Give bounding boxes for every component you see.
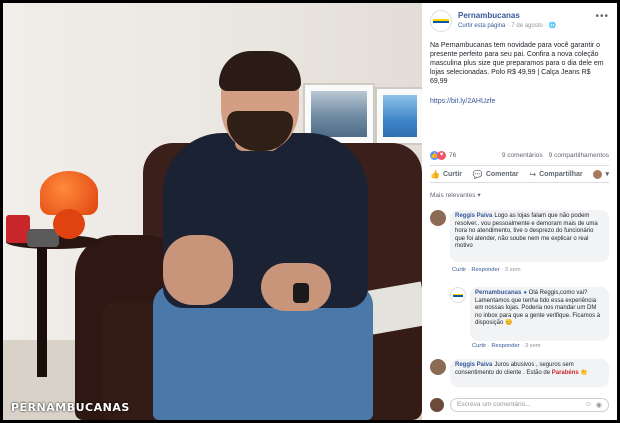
like-label: Curtir	[442, 170, 463, 178]
like-page-link[interactable]: Curtir esta página	[458, 23, 505, 29]
chevron-down-icon: ▾	[477, 192, 481, 199]
share-arrow-icon: ↪	[529, 169, 537, 179]
comment-label: Comentar	[485, 170, 519, 178]
shares-count[interactable]: 9 compartilhamentos	[549, 152, 609, 159]
post-date[interactable]: 7 de agosto	[511, 23, 542, 29]
post-link[interactable]: https://bit.ly/2AHUzfe	[422, 96, 617, 105]
comment-reply-link[interactable]: Responder	[471, 267, 499, 273]
page-avatar[interactable]	[450, 287, 466, 303]
commenter-name[interactable]: Pernambucanas	[475, 290, 521, 296]
page-avatar[interactable]	[430, 10, 452, 32]
comment-tag[interactable]: Parabéns	[552, 370, 579, 376]
comment: Reggis Paiva Juros abusivos , seguros sem…	[430, 359, 609, 389]
lamp-base	[53, 209, 85, 239]
reactions-bar: 👍 ♥ 76 9 comentários 9 compartilhamentos	[430, 149, 609, 161]
meta-separator: ·	[507, 23, 510, 29]
commenter-name[interactable]: Reggis Paiva	[455, 362, 492, 368]
comment-filter-label: Mais relevantes	[430, 192, 476, 199]
post-header: Pernambucanas Curtir esta página · 7 de ag…	[422, 3, 617, 37]
comment-bubble: Reggis Paiva Logo as lojas falam que não …	[450, 210, 609, 262]
toy-car	[27, 229, 59, 247]
comment-time[interactable]: 3 sem	[525, 343, 541, 349]
comment-actions: Curtir · Responder · 3 sem	[452, 267, 521, 273]
magazine	[365, 281, 422, 335]
ellipsis-icon[interactable]: •••	[595, 11, 609, 22]
reaction-stats: 9 comentários 9 compartilhamentos	[502, 152, 609, 159]
share-label: Compartilhar	[539, 170, 583, 178]
thumbs-up-icon: 👍	[430, 169, 440, 179]
comment-reply-link[interactable]: Responder	[491, 343, 519, 349]
commenter-avatar[interactable]	[430, 359, 446, 375]
person-hair	[219, 51, 301, 91]
page-name-link[interactable]: Pernambucanas	[458, 11, 520, 20]
post-text: Na Pernambucanas tem novidade para você …	[430, 42, 604, 85]
user-avatar	[593, 169, 603, 179]
post-side-panel: Pernambucanas Curtir esta página · 7 de ag…	[422, 3, 617, 420]
brand-watermark: PERNAMBUCANAS	[11, 401, 130, 414]
current-user-avatar	[430, 398, 444, 412]
reaction-count[interactable]: 76	[449, 152, 456, 159]
globe-icon: 🌐	[548, 23, 557, 29]
post-photo[interactable]: PERNAMBUCANAS	[3, 3, 422, 420]
post-meta: Curtir esta página · 7 de agosto · 🌐	[458, 22, 556, 29]
wristwatch	[293, 283, 309, 303]
comment-bubble: Reggis Paiva Juros abusivos , seguros sem…	[450, 359, 609, 387]
comment-input[interactable]: Escreva um comentário... ☺ ◉	[450, 398, 609, 412]
comment-input-placeholder: Escreva um comentário...	[457, 401, 531, 408]
post-actions: 👍 Curtir 💬 Comentar ↪ Compartilhar ▾	[430, 165, 609, 183]
chevron-down-icon: ▾	[605, 171, 609, 178]
composer-icons: ☺ ◉	[585, 401, 602, 409]
commenter-name[interactable]: Reggis Paiva	[455, 213, 492, 219]
comment-emoji: 😊	[505, 320, 513, 326]
comment-like-link[interactable]: Curtir	[472, 343, 486, 349]
comment-emoji: 👏	[580, 369, 588, 376]
comment-reply: Pernambucanas ● Olá Reggis,como vai? Lame…	[450, 287, 609, 343]
love-reaction-icon[interactable]: ♥	[437, 150, 446, 160]
pernambucanas-logo-icon	[453, 293, 463, 297]
comment-like-link[interactable]: Curtir	[452, 267, 466, 273]
audience-selector[interactable]: ▾	[593, 169, 609, 179]
like-button[interactable]: 👍 Curtir	[430, 170, 462, 179]
comment-filter[interactable]: Mais relevantes ▾	[430, 191, 481, 199]
comments-count[interactable]: 9 comentários	[502, 152, 543, 159]
commenter-avatar[interactable]	[430, 210, 446, 226]
wall-picture-right	[375, 87, 422, 145]
share-button[interactable]: ↪ Compartilhar	[529, 170, 582, 179]
comment-time[interactable]: 3 sem	[505, 267, 521, 273]
comment-actions: Curtir · Responder · 3 sem	[472, 343, 541, 349]
comment-bubble: Pernambucanas ● Olá Reggis,como vai? Lame…	[470, 287, 609, 341]
pernambucanas-logo-icon	[433, 19, 449, 23]
camera-icon[interactable]: ◉	[596, 401, 602, 409]
verified-icon: ●	[523, 290, 527, 296]
screenshot-frame: PERNAMBUCANAS Pernambucanas Curtir esta …	[0, 0, 620, 423]
speech-bubble-icon: 💬	[472, 169, 483, 179]
emoji-icon[interactable]: ☺	[585, 401, 592, 409]
comment-button[interactable]: 💬 Comentar	[473, 170, 519, 179]
comment: Reggis Paiva Logo as lojas falam que não …	[430, 210, 609, 270]
comment-composer: Escreva um comentário... ☺ ◉	[430, 398, 609, 414]
meta-separator: ·	[544, 23, 547, 29]
person-hands	[163, 235, 233, 305]
side-table-leg	[37, 247, 47, 377]
